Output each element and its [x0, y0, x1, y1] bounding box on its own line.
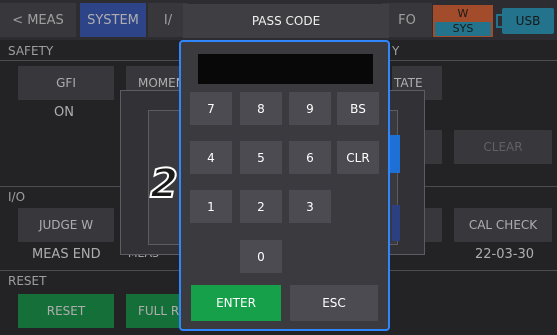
key-5[interactable]: 5: [240, 141, 282, 174]
key-1[interactable]: 1: [190, 190, 232, 223]
passcode-display: [198, 54, 373, 84]
esc-button[interactable]: ESC: [290, 285, 378, 321]
key-3[interactable]: 3: [289, 190, 331, 223]
selected-button-edge: [392, 205, 400, 241]
enter-button[interactable]: ENTER: [191, 285, 281, 321]
key-0[interactable]: 0: [240, 240, 282, 273]
selected-button-edge: [390, 135, 400, 173]
key-backspace[interactable]: BS: [337, 92, 379, 125]
key-4[interactable]: 4: [190, 141, 232, 174]
key-clear[interactable]: CLR: [337, 141, 379, 174]
key-8[interactable]: 8: [240, 92, 282, 125]
key-6[interactable]: 6: [289, 141, 331, 174]
key-9[interactable]: 9: [289, 92, 331, 125]
step-number-marker: 2: [149, 160, 179, 208]
key-2[interactable]: 2: [240, 190, 282, 223]
passcode-title: PASS CODE: [183, 4, 389, 38]
key-7[interactable]: 7: [190, 92, 232, 125]
